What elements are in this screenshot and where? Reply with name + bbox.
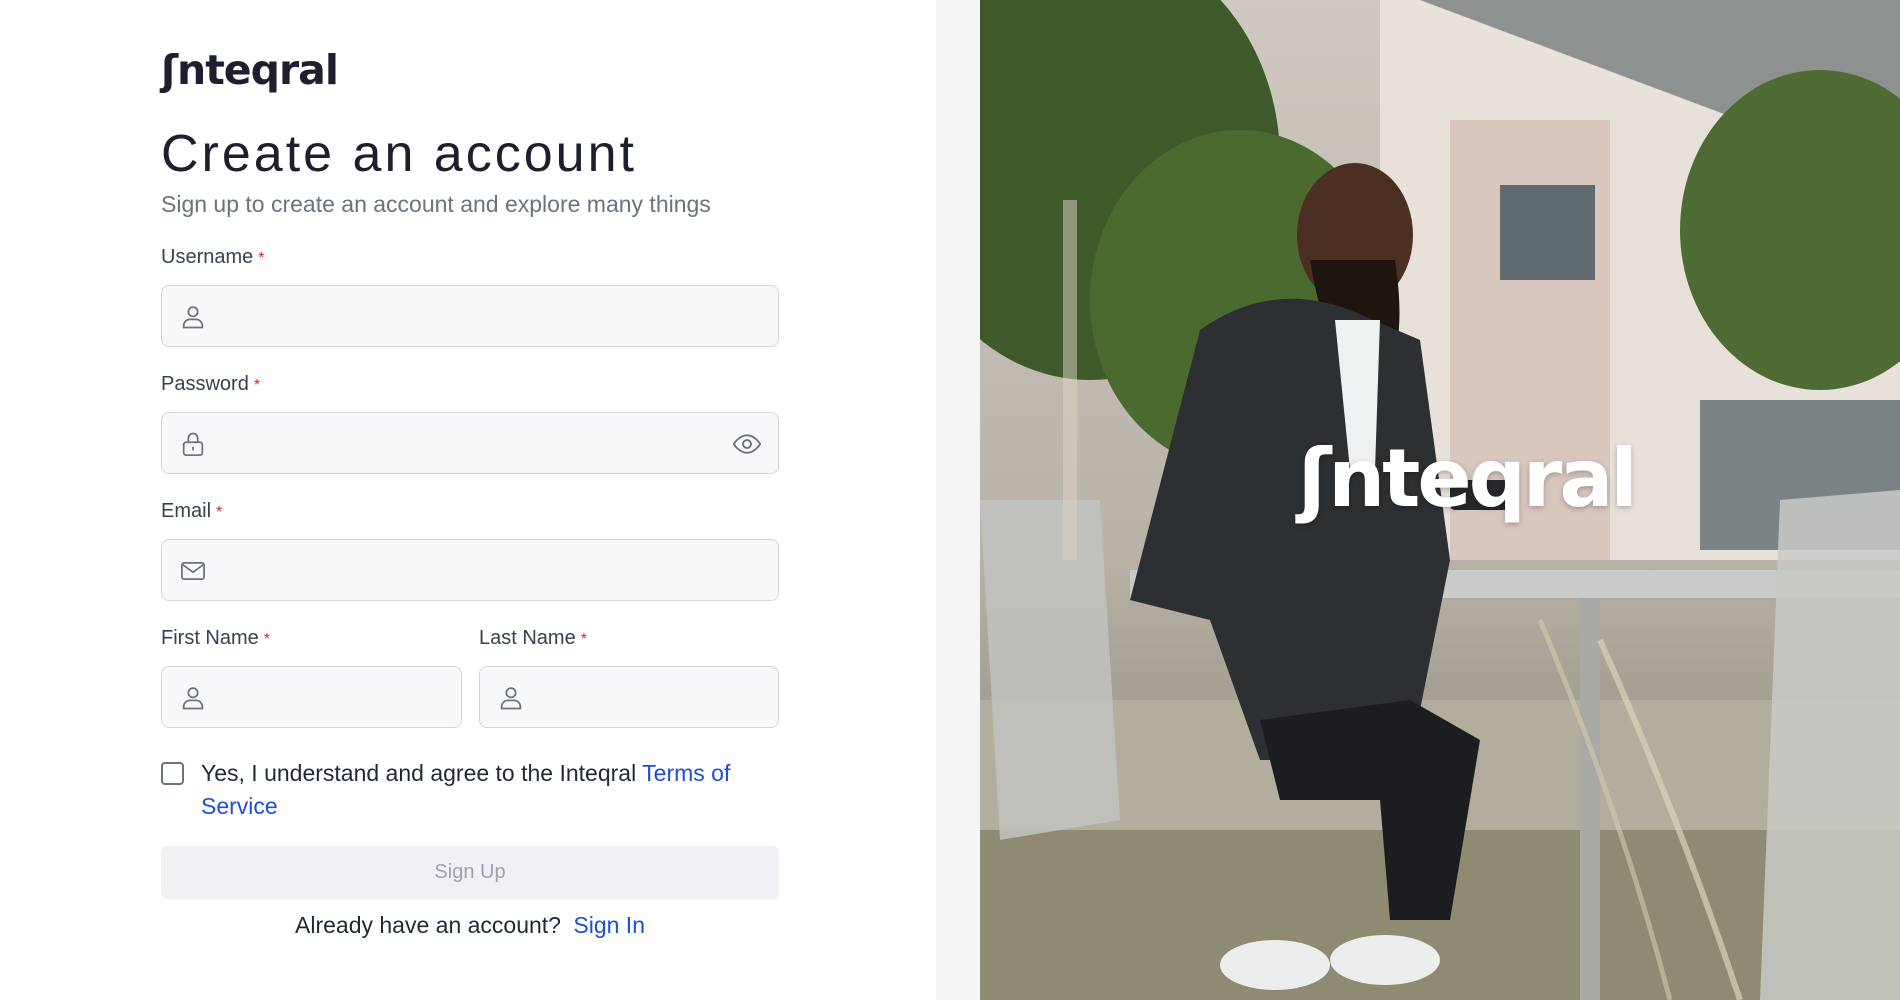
terms-text: Yes, I understand and agree to the Inteq… bbox=[201, 757, 781, 823]
required-marker: * bbox=[253, 377, 261, 394]
last-name-input[interactable] bbox=[542, 667, 762, 727]
password-label-text: Password bbox=[161, 373, 249, 395]
signin-prompt: Already have an account? bbox=[295, 912, 561, 938]
username-field[interactable] bbox=[161, 285, 779, 347]
signup-panel: ʃnteqral Create an account Sign up to cr… bbox=[0, 0, 936, 1000]
username-input[interactable] bbox=[224, 286, 762, 346]
lock-icon bbox=[182, 432, 204, 456]
terms-statement: Yes, I understand and agree to the Inteq… bbox=[201, 760, 643, 786]
email-label-text: Email bbox=[161, 500, 212, 522]
first-name-label: First Name * bbox=[161, 627, 270, 650]
signin-row: Already have an account? Sign In bbox=[161, 912, 779, 939]
required-marker: * bbox=[263, 631, 271, 648]
last-name-field[interactable] bbox=[479, 666, 779, 728]
terms-checkbox[interactable] bbox=[161, 762, 184, 785]
email-input[interactable] bbox=[224, 540, 762, 600]
brand-logo: ʃnteqral bbox=[161, 46, 339, 94]
required-marker: * bbox=[216, 504, 223, 521]
user-icon bbox=[182, 306, 204, 329]
mail-icon bbox=[181, 561, 205, 581]
email-field[interactable] bbox=[161, 539, 779, 601]
first-name-label-text: First Name bbox=[161, 627, 259, 649]
page-subtitle: Sign up to create an account and explore… bbox=[161, 191, 711, 217]
required-marker: * bbox=[258, 250, 265, 267]
eye-icon[interactable] bbox=[732, 431, 762, 457]
first-name-field[interactable] bbox=[161, 666, 462, 728]
password-input[interactable] bbox=[224, 413, 718, 473]
last-name-label-text: Last Name bbox=[479, 627, 576, 649]
sign-up-button[interactable]: Sign Up bbox=[161, 846, 779, 899]
email-label: Email * bbox=[161, 500, 222, 523]
user-icon bbox=[182, 687, 204, 710]
required-marker: * bbox=[580, 631, 587, 648]
username-label: Username * bbox=[161, 246, 265, 269]
last-name-label: Last Name * bbox=[479, 627, 587, 650]
user-icon bbox=[500, 687, 522, 710]
first-name-input[interactable] bbox=[224, 667, 445, 727]
page-title: Create an account bbox=[161, 125, 637, 183]
password-label: Password * bbox=[161, 373, 260, 396]
hero-logo-overlay: ʃnteqral bbox=[1298, 432, 1638, 525]
username-label-text: Username bbox=[161, 246, 254, 268]
password-field[interactable] bbox=[161, 412, 779, 474]
sign-in-link[interactable]: Sign In bbox=[573, 912, 645, 938]
